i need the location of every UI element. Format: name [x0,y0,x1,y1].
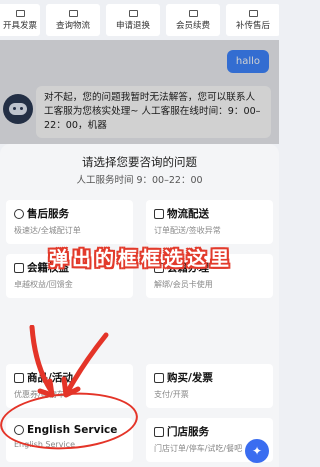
arrow-left-icon [29,325,53,392]
annotation-char: 出 [71,247,92,270]
quick-action-member[interactable]: 会员续费 [166,4,220,36]
aftersale-icon [14,208,24,219]
option-desc: 解绑/会员卡使用 [154,280,213,289]
option-title: 购买/发票 [167,372,213,384]
assistant-float-icon[interactable]: ✦ [245,439,269,463]
option-title: 门店服务 [167,426,209,438]
quick-action-aftersale[interactable]: 补传售后 [226,4,279,36]
sheet-title: 请选择您要咨询的问题 [82,155,197,169]
annotation-char: 弹 [48,247,69,270]
store-icon [154,426,164,437]
quick-action-logistics[interactable]: 查询物流 [46,4,100,36]
annotation-banner: 弹 出 的 框 框 选 这 里 [6,238,273,276]
option-desc: 订单配送/签收异常 [154,226,221,235]
member-icon [188,9,198,17]
aftersale-icon [248,9,258,17]
quick-action-label: 查询物流 [55,20,90,31]
quick-action-label: 会员续费 [175,20,210,31]
invoice-icon [15,9,25,17]
annotation-char: 选 [164,247,185,270]
quick-action-label: 申请退换 [115,20,150,31]
annotation-char: 这 [187,247,208,270]
arrow-right-icon [65,332,109,394]
option-desc: 支付/开票 [154,390,189,399]
quick-action-bar: 开具发票 查询物流 申请退换 会员续费 补传售后 [0,0,279,40]
quick-action-return[interactable]: 申请退换 [106,4,160,36]
annotation-char: 里 [210,247,231,270]
option-purchase-invoice[interactable]: 购买/发票 支付/开票 [146,364,273,408]
option-title: 售后服务 [27,208,69,220]
quick-action-invoice[interactable]: 开具发票 [0,4,40,36]
modal-backdrop[interactable] [0,40,279,144]
annotation-char: 框 [141,247,162,270]
logistics-icon [68,9,78,17]
quick-action-label: 补传售后 [235,20,270,31]
invoice-icon [154,372,164,383]
annotation-char: 的 [94,247,115,270]
option-desc: 极速达/全城配订单 [14,226,81,235]
return-icon [128,9,138,17]
option-title: 物流配送 [167,208,209,220]
quick-action-label: 开具发票 [2,20,37,31]
service-hours: 人工服务时间 9：00–22：00 [76,175,203,186]
annotation-char: 框 [117,247,138,270]
delivery-icon [154,208,164,219]
option-desc: 卓越权益/回馈金 [14,280,73,289]
